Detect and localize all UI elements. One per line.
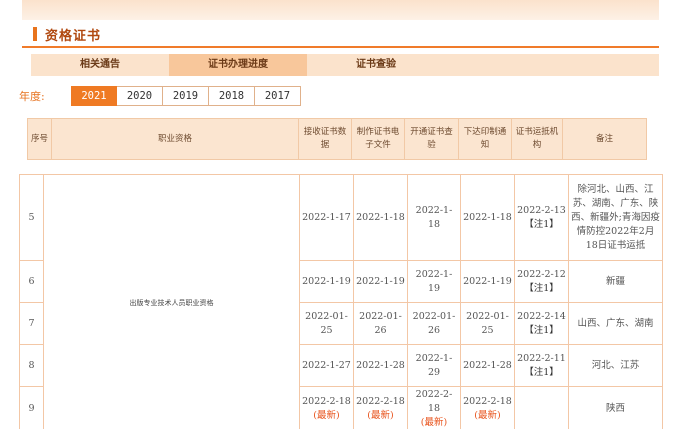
header-print: 下达印制通知	[458, 118, 512, 160]
cell-print: 2022-1-18	[460, 174, 515, 261]
note-link[interactable]: 【注1】	[524, 219, 559, 230]
cell-received: 2022-1-27	[299, 344, 354, 387]
cell-verify: 2022-1-18	[407, 174, 461, 261]
header-received: 接收证书数据	[298, 118, 352, 160]
header-remark: 备注	[562, 118, 647, 160]
arrive-date: 2022-2-14	[517, 310, 566, 322]
cell-verify: 2022-1-19	[407, 260, 461, 303]
new-tag: (最新)	[367, 409, 394, 421]
cell-received: 2022-01-25	[299, 302, 354, 345]
row-seq: 6	[19, 260, 44, 303]
qualification-cell: 出版专业技术人员职业资格	[43, 174, 300, 429]
row-seq: 5	[19, 174, 44, 261]
row-seq: 8	[19, 344, 44, 387]
section-header: 资格证书	[33, 25, 102, 44]
note-link[interactable]: 【注1】	[524, 283, 559, 294]
arrive-date: 2022-2-13	[517, 204, 566, 216]
row-seq: 7	[19, 302, 44, 345]
progress-table-header: 序号 职业资格 接收证书数据 制作证书电子文件 开通证书查验 下达印制通知 证书…	[27, 118, 647, 160]
year-selector: 年度: 2021 2020 2019 2018 2017	[19, 86, 301, 106]
header-verify: 开通证书查验	[404, 118, 459, 160]
cell-received: 2022-1-17	[299, 174, 354, 261]
note-link[interactable]: 【注1】	[524, 325, 559, 336]
year-option-2017[interactable]: 2017	[255, 86, 301, 106]
progress-table: 5 出版专业技术人员职业资格 2022-1-17 2022-1-18 2022-…	[19, 174, 663, 429]
cell-arrive: 2022-2-14 【注1】	[514, 302, 569, 345]
header-seq: 序号	[27, 118, 52, 160]
section-divider	[22, 46, 659, 48]
cell-remark: 新疆	[568, 260, 663, 303]
cell-print: 2022-01-25	[460, 302, 515, 345]
cell-received: 2022-1-19	[299, 260, 354, 303]
year-label: 年度:	[19, 90, 45, 103]
cell-remark: 除河北、山西、江苏、湖南、广东、陕西、新疆外;青海因疫情防控2022年2月18日…	[568, 174, 663, 261]
year-option-2019[interactable]: 2019	[163, 86, 209, 106]
cell-received: 2022-2-18 (最新)	[299, 386, 354, 429]
cell-made: 2022-1-18	[353, 174, 408, 261]
cell-remark: 陕西	[568, 386, 663, 429]
cell-arrive	[514, 386, 569, 429]
cell-verify: 2022-1-29	[407, 344, 461, 387]
cell-remark: 山西、广东、湖南	[568, 302, 663, 345]
title-accent-bar	[33, 27, 37, 41]
note-link[interactable]: 【注1】	[524, 367, 559, 378]
tab-certificate-verify[interactable]: 证书查验	[307, 54, 445, 76]
tab-announcements[interactable]: 相关通告	[31, 54, 169, 76]
cell-print: 2022-1-19	[460, 260, 515, 303]
arrive-date: 2022-2-12	[517, 268, 566, 280]
year-option-2018[interactable]: 2018	[209, 86, 255, 106]
new-tag: (最新)	[474, 409, 501, 421]
cell-made: 2022-1-28	[353, 344, 408, 387]
cell-print: 2022-1-28	[460, 344, 515, 387]
made-date: 2022-2-18	[356, 395, 405, 407]
row-seq: 9	[19, 386, 44, 429]
arrive-date: 2022-2-11	[517, 352, 566, 364]
cell-made: 2022-1-19	[353, 260, 408, 303]
cell-print: 2022-2-18 (最新)	[460, 386, 515, 429]
received-date: 2022-2-18	[302, 395, 351, 407]
header-qualification: 职业资格	[51, 118, 299, 160]
tab-bar: 相关通告 证书办理进度 证书查验	[31, 54, 659, 76]
header-arrive: 证书运抵机构	[511, 118, 563, 160]
year-option-2021[interactable]: 2021	[71, 86, 117, 106]
cell-remark: 河北、江苏	[568, 344, 663, 387]
cell-made: 2022-01-26	[353, 302, 408, 345]
top-banner-strip	[22, 0, 659, 20]
cell-arrive: 2022-2-11 【注1】	[514, 344, 569, 387]
year-option-2020[interactable]: 2020	[117, 86, 163, 106]
tab-certificate-progress[interactable]: 证书办理进度	[169, 54, 307, 76]
table-row: 5 出版专业技术人员职业资格 2022-1-17 2022-1-18 2022-…	[19, 174, 663, 429]
cell-verify: 2022-01-26	[407, 302, 461, 345]
cell-made: 2022-2-18 (最新)	[353, 386, 408, 429]
verify-date: 2022-2-18	[415, 388, 453, 414]
new-tag: (最新)	[313, 409, 340, 421]
header-made: 制作证书电子文件	[351, 118, 405, 160]
print-date: 2022-2-18	[463, 395, 512, 407]
cell-verify: 2022-2-18 (最新)	[407, 386, 461, 429]
section-title: 资格证书	[45, 28, 102, 44]
new-tag: (最新)	[420, 416, 448, 428]
cell-arrive: 2022-2-13 【注1】	[514, 174, 569, 261]
cell-arrive: 2022-2-12 【注1】	[514, 260, 569, 303]
